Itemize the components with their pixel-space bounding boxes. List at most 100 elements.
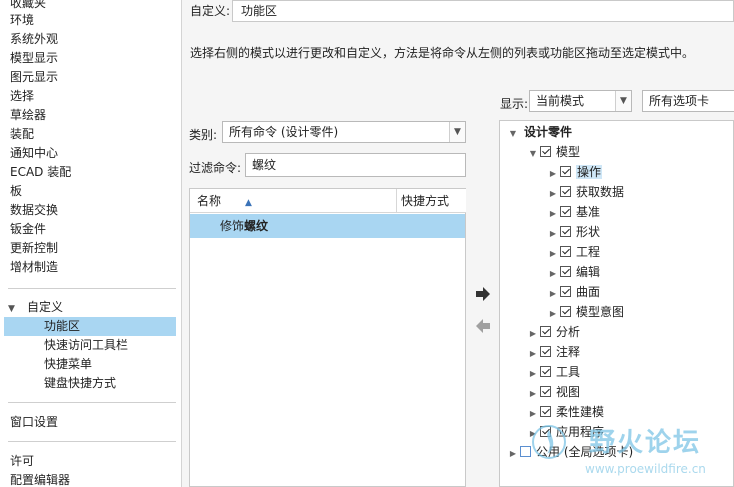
tree-node-label: 模型意图 bbox=[576, 305, 625, 319]
tree-node-label: 应用程序 bbox=[556, 425, 605, 439]
nav-item-notification-center[interactable]: 通知中心 bbox=[10, 144, 58, 163]
nav-item-config-editor[interactable]: 配置编辑器 bbox=[10, 471, 70, 487]
checkbox[interactable] bbox=[540, 426, 551, 437]
nav-item-system-appearance[interactable]: 系统外观 bbox=[10, 30, 58, 49]
tree-node-engineering[interactable]: ▶ 工程 bbox=[546, 243, 600, 261]
nav-item-entity-display[interactable]: 图元显示 bbox=[10, 68, 58, 87]
checkbox[interactable] bbox=[560, 206, 571, 217]
nav-item-additive-manufacturing[interactable]: 增材制造 bbox=[10, 258, 58, 277]
checkbox[interactable] bbox=[540, 346, 551, 357]
nav-item-board[interactable]: 板 bbox=[10, 182, 22, 201]
collapse-triangle-icon[interactable]: ▼ bbox=[506, 125, 520, 143]
filter-commands-input[interactable]: 螺纹 bbox=[245, 153, 466, 177]
tree-node-applications[interactable]: ▶ 应用程序 bbox=[526, 423, 604, 441]
nav-item-sheetmetal[interactable]: 钣金件 bbox=[10, 220, 46, 239]
chevron-down-icon[interactable]: ▼ bbox=[615, 91, 631, 111]
arrow-right-icon[interactable] bbox=[475, 287, 491, 301]
customize-label: 自定义: bbox=[190, 4, 231, 18]
category-value: 所有命令 (设计零件) bbox=[229, 125, 339, 139]
nav-item-window-settings[interactable]: 窗口设置 bbox=[10, 413, 58, 432]
nav-item-assembly[interactable]: 装配 bbox=[10, 125, 34, 144]
nav-item-model-display[interactable]: 模型显示 bbox=[10, 49, 58, 68]
tree-node-label: 操作 bbox=[576, 165, 603, 179]
tree-node-analysis[interactable]: ▶ 分析 bbox=[526, 323, 580, 341]
tree-node-common-tabs[interactable]: ▶ 公用 (全局选项卡) bbox=[506, 443, 633, 461]
category-select[interactable]: 所有命令 (设计零件) ▼ bbox=[222, 121, 466, 143]
expand-triangle-icon[interactable]: ▶ bbox=[526, 425, 540, 443]
checkbox[interactable] bbox=[520, 446, 531, 457]
checkbox[interactable] bbox=[540, 326, 551, 337]
checkbox[interactable] bbox=[540, 406, 551, 417]
nav-item-data-exchange[interactable]: 数据交换 bbox=[10, 201, 58, 220]
checkbox[interactable] bbox=[560, 246, 571, 257]
tree-node-shapes[interactable]: ▶ 形状 bbox=[546, 223, 600, 241]
tree-node-label: 注释 bbox=[556, 345, 581, 359]
arrow-left-icon[interactable] bbox=[475, 319, 491, 333]
tree-node-label: 模型 bbox=[556, 145, 581, 159]
nav-item-environment[interactable]: 环境 bbox=[10, 11, 34, 30]
tree-node-root[interactable]: ▼ 设计零件 bbox=[506, 123, 572, 141]
nav-item-keyboard-shortcuts[interactable]: 键盘快捷方式 bbox=[4, 374, 176, 393]
tree-node-model[interactable]: ▼ 模型 bbox=[526, 143, 580, 161]
nav-item-ribbon[interactable]: 功能区 bbox=[4, 317, 176, 336]
expand-triangle-icon[interactable]: ▶ bbox=[506, 445, 520, 463]
checkbox[interactable] bbox=[560, 186, 571, 197]
tree-node-annotate[interactable]: ▶ 注释 bbox=[526, 343, 580, 361]
nav-item-selection[interactable]: 选择 bbox=[10, 87, 34, 106]
tree-node-label: 分析 bbox=[556, 325, 581, 339]
checkbox[interactable] bbox=[560, 266, 571, 277]
expand-triangle-icon[interactable]: ▶ bbox=[526, 385, 540, 403]
tree-node-model-intent[interactable]: ▶ 模型意图 bbox=[546, 303, 624, 321]
nav-item-shortcut-menus[interactable]: 快捷菜单 bbox=[4, 355, 176, 374]
checkbox[interactable] bbox=[540, 146, 551, 157]
checkbox[interactable] bbox=[560, 226, 571, 237]
tree-node-label: 编辑 bbox=[576, 265, 601, 279]
tabs-filter-select[interactable]: 所有选项卡 bbox=[642, 90, 734, 112]
column-header-shortcut[interactable]: 快捷方式 bbox=[397, 189, 466, 213]
nav-item-sketcher[interactable]: 草绘器 bbox=[10, 106, 46, 125]
nav-item-licensing[interactable]: 许可 bbox=[10, 452, 34, 471]
expand-triangle-icon[interactable]: ▶ bbox=[546, 225, 560, 243]
checkbox[interactable] bbox=[540, 386, 551, 397]
expand-triangle-icon[interactable]: ▶ bbox=[546, 165, 560, 183]
checkbox[interactable] bbox=[540, 366, 551, 377]
tree-node-flexible-modeling[interactable]: ▶ 柔性建模 bbox=[526, 403, 604, 421]
checkbox[interactable] bbox=[560, 166, 571, 177]
tree-node-datum[interactable]: ▶ 基准 bbox=[546, 203, 600, 221]
chevron-down-icon[interactable]: ▼ bbox=[449, 122, 465, 142]
tree-node-label: 视图 bbox=[556, 385, 581, 399]
expand-triangle-icon[interactable]: ▶ bbox=[526, 345, 540, 363]
tree-node-operations[interactable]: ▶ 操作 bbox=[546, 163, 603, 183]
expand-triangle-icon[interactable]: ▶ bbox=[546, 305, 560, 323]
left-nav: 收藏夹 环境 系统外观 模型显示 图元显示 选择 草绘器 装配 通知中心 ECA… bbox=[0, 0, 182, 487]
checkbox[interactable] bbox=[560, 306, 571, 317]
tree-node-tools[interactable]: ▶ 工具 bbox=[526, 363, 580, 381]
tree-node-label: 公用 (全局选项卡) bbox=[536, 445, 634, 459]
expand-triangle-icon[interactable]: ▶ bbox=[546, 245, 560, 263]
expand-triangle-icon[interactable]: ▶ bbox=[546, 205, 560, 223]
tree-node-surfaces[interactable]: ▶ 曲面 bbox=[546, 283, 600, 301]
display-label: 显示: bbox=[500, 97, 529, 111]
command-list: 名称 ▲ 快捷方式 修饰螺纹 bbox=[189, 188, 466, 487]
tree-node-editing[interactable]: ▶ 编辑 bbox=[546, 263, 600, 281]
expand-triangle-icon[interactable]: ▶ bbox=[546, 185, 560, 203]
ribbon-tree: ▼ 设计零件 ▼ 模型 ▶ 操作 ▶ 获取数据 ▶ 基准 ▶ 形状 ▶ 工程 ▶ 编辑 ▶ 曲面 … bbox=[499, 120, 734, 487]
expand-triangle-icon[interactable]: ▶ bbox=[546, 265, 560, 283]
tree-node-get-data[interactable]: ▶ 获取数据 bbox=[546, 183, 624, 201]
table-row[interactable]: 修饰螺纹 bbox=[190, 214, 465, 238]
expand-triangle-icon[interactable]: ▶ bbox=[526, 325, 540, 343]
nav-item-update-control[interactable]: 更新控制 bbox=[10, 239, 58, 258]
collapse-triangle-icon[interactable]: ▼ bbox=[526, 145, 540, 163]
display-mode-select[interactable]: 当前模式 ▼ bbox=[529, 90, 632, 112]
tree-node-view[interactable]: ▶ 视图 bbox=[526, 383, 580, 401]
expand-triangle-icon[interactable]: ▶ bbox=[546, 285, 560, 303]
column-header-name-label: 名称 bbox=[197, 194, 222, 208]
checkbox[interactable] bbox=[560, 286, 571, 297]
nav-group-customize[interactable]: ▼ 自定义 bbox=[8, 298, 63, 317]
expand-triangle-icon[interactable]: ▶ bbox=[526, 405, 540, 423]
nav-item-quick-access-toolbar[interactable]: 快速访问工具栏 bbox=[4, 336, 176, 355]
nav-item-ecad-assembly[interactable]: ECAD 装配 bbox=[10, 163, 71, 182]
tree-node-label: 获取数据 bbox=[576, 185, 625, 199]
column-header-name[interactable]: 名称 ▲ bbox=[190, 189, 397, 213]
expand-triangle-icon[interactable]: ▶ bbox=[526, 365, 540, 383]
